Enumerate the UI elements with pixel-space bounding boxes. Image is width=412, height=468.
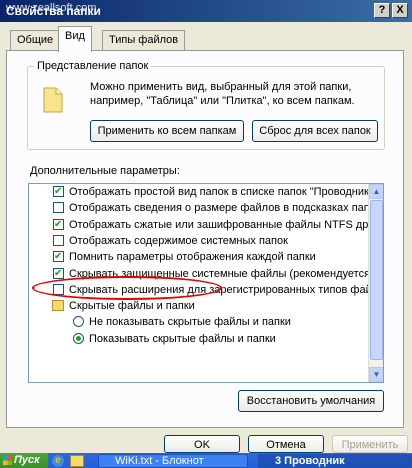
settings-row[interactable]: Помнить параметры отображения каждой пап…	[29, 249, 368, 265]
checkbox[interactable]	[53, 217, 64, 233]
taskbar: Пуск e WiKi.txt - Блокнот 3 Проводник	[0, 453, 412, 468]
watermark: www.zeallsoft.com	[6, 2, 97, 14]
settings-row[interactable]: Не показывать скрытые файлы и папки	[29, 314, 368, 330]
reset-all-folders-button[interactable]: Сброс для всех папок	[252, 120, 378, 142]
folder-icon	[42, 84, 66, 114]
checkbox[interactable]	[53, 249, 64, 265]
settings-row[interactable]: Показывать скрытые файлы и папки	[29, 331, 368, 347]
restore-defaults-button[interactable]: Восстановить умолчания	[238, 390, 384, 412]
scroll-up-icon[interactable]: ▲	[369, 184, 383, 199]
settings-row-label: Показывать скрытые файлы и папки	[89, 332, 276, 345]
settings-row-label: Отображать содержимое системных папок	[69, 234, 288, 247]
folder-views-description: Можно применить вид, выбранный для этой …	[90, 81, 355, 107]
settings-row-label: Отображать сведения о размере файлов в п…	[69, 202, 368, 215]
taskbar-item-explorer[interactable]: 3 Проводник	[258, 454, 412, 468]
scroll-down-icon[interactable]: ▼	[369, 367, 383, 382]
windows-logo-icon	[3, 456, 12, 465]
settings-row-label: Не показывать скрытые файлы и папки	[89, 316, 291, 329]
apply-button[interactable]: Применить	[332, 435, 408, 453]
title-bar[interactable]: Свойства папки www.zeallsoft.com ? X	[0, 0, 412, 22]
checkbox[interactable]	[53, 234, 64, 246]
close-button[interactable]: X	[392, 3, 408, 18]
settings-row: Скрытые файлы и папки	[29, 298, 368, 314]
ok-button[interactable]: OK	[164, 435, 240, 453]
settings-row[interactable]: Отображать содержимое системных папок	[29, 233, 368, 249]
settings-row[interactable]: Отображать простой вид папок в списке па…	[29, 184, 368, 200]
settings-row-label: Скрытые файлы и папки	[69, 300, 195, 313]
settings-row-label: Отображать сжатые или зашифрованные файл…	[69, 218, 368, 231]
radio-button[interactable]	[73, 332, 84, 344]
tab-view[interactable]: Вид	[58, 26, 92, 52]
taskbar-item-notepad[interactable]: WiKi.txt - Блокнот	[98, 454, 248, 468]
show-desktop-icon[interactable]	[70, 455, 84, 467]
vertical-scrollbar[interactable]: ▲ ▼	[368, 184, 383, 382]
checkbox[interactable]	[53, 184, 64, 200]
cancel-button[interactable]: Отмена	[248, 435, 324, 453]
advanced-settings-label: Дополнительные параметры:	[30, 165, 180, 177]
radio-button[interactable]	[73, 316, 84, 328]
highlight-annotation	[32, 276, 222, 300]
start-label: Пуск	[14, 454, 40, 466]
start-button[interactable]: Пуск	[0, 453, 48, 468]
folder-icon	[52, 300, 64, 312]
settings-row[interactable]: Отображать сведения о размере файлов в п…	[29, 200, 368, 216]
folder-views-legend: Представление папок	[34, 60, 152, 72]
help-button[interactable]: ?	[374, 3, 390, 18]
checkbox[interactable]	[53, 202, 64, 214]
settings-row-label: Отображать простой вид папок в списке па…	[69, 186, 368, 198]
scroll-thumb[interactable]	[370, 200, 383, 360]
settings-row-label: Помнить параметры отображения каждой пап…	[69, 251, 316, 264]
internet-explorer-icon[interactable]: e	[52, 455, 64, 467]
tab-general[interactable]: Общие	[10, 30, 61, 50]
apply-to-all-folders-button[interactable]: Применить ко всем папкам	[90, 120, 244, 142]
checkbox[interactable]	[53, 266, 64, 282]
tab-file-types[interactable]: Типы файлов	[102, 30, 186, 50]
settings-row[interactable]: Отображать сжатые или зашифрованные файл…	[29, 217, 368, 233]
